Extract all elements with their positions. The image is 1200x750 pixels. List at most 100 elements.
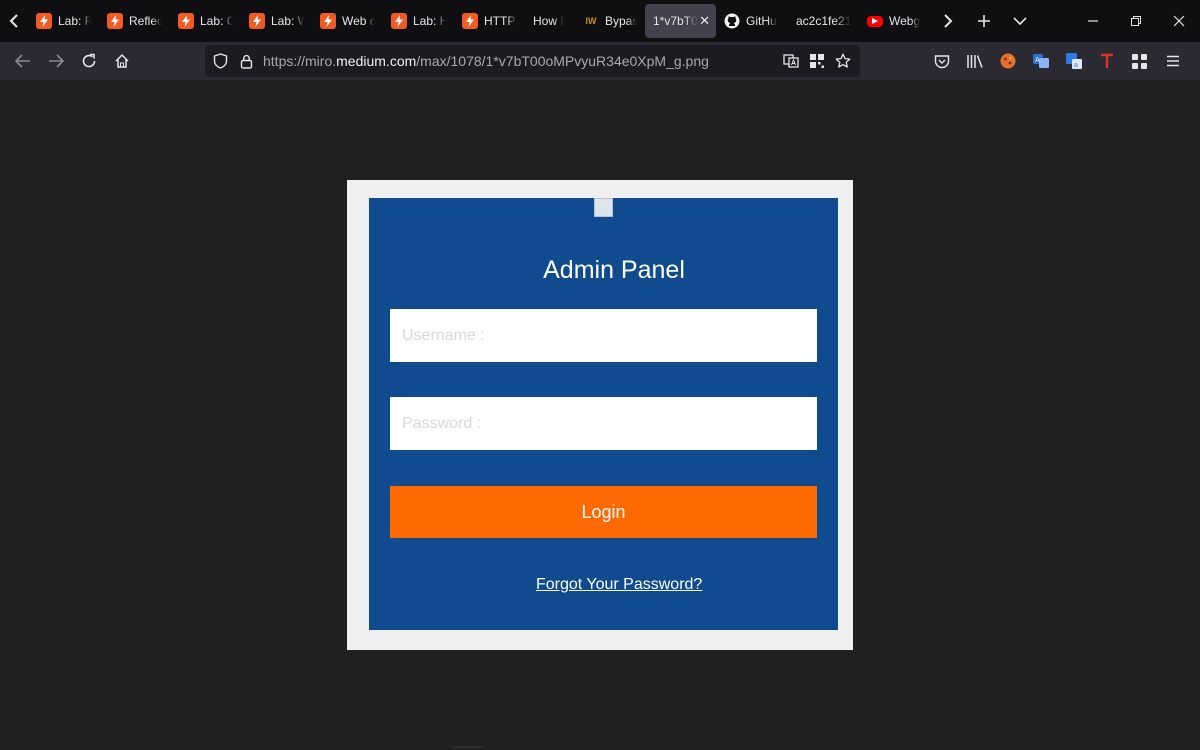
bolt-icon xyxy=(249,13,265,29)
tab[interactable]: Reflec xyxy=(99,4,170,38)
restore-button[interactable] xyxy=(1114,0,1157,42)
bookmark-star-button[interactable] xyxy=(830,45,856,77)
bolt-icon xyxy=(462,13,478,29)
hamburger-menu-icon xyxy=(1166,55,1179,67)
chevron-down-icon xyxy=(1013,17,1027,26)
forward-button[interactable] xyxy=(39,45,72,77)
tab-label: HTTP/ xyxy=(484,14,517,28)
translate-icon xyxy=(783,54,799,68)
translate-b-icon: a xyxy=(1065,53,1082,69)
tab[interactable]: Lab: R xyxy=(28,4,99,38)
tab-active[interactable]: 1*v7bT0 ✕ xyxy=(645,4,716,38)
app-menu-button[interactable] xyxy=(1156,45,1189,77)
tab[interactable]: IW Bypas xyxy=(575,4,645,38)
iw-icon: IW xyxy=(585,16,597,26)
restore-icon xyxy=(1130,16,1141,26)
pocket-icon xyxy=(934,54,949,68)
translate-page-button[interactable] xyxy=(778,45,804,77)
page-viewport: Admin Panel Login Forgot Your Password? xyxy=(0,80,1200,750)
shield-icon xyxy=(213,53,227,69)
tab-bar: Lab: R Reflec Lab: C Lab: W Web c Lab: H HTTP/… xyxy=(0,0,1200,42)
tab-label: Bypas xyxy=(605,14,637,28)
scroll-tabs-right-button[interactable] xyxy=(930,0,966,42)
url-text[interactable]: https://miro.medium.com/max/1078/1*v7bT0… xyxy=(263,53,709,69)
tab[interactable]: Lab: C xyxy=(170,4,241,38)
plus-icon xyxy=(978,15,990,27)
minimize-button[interactable] xyxy=(1071,0,1114,42)
arrow-right-icon xyxy=(48,54,64,68)
library-button[interactable] xyxy=(958,45,991,77)
screenshot-image-frame: Admin Panel Login Forgot Your Password? xyxy=(347,180,853,650)
tab-label: ac2c1fe21 xyxy=(796,14,851,28)
tab-label: GitHu xyxy=(746,14,777,28)
scroll-indicator xyxy=(450,746,484,748)
tab[interactable]: Lab: H xyxy=(383,4,454,38)
bolt-icon xyxy=(320,13,336,29)
url-path: /max/1078/1*v7bT00oMPvyuR34e0XpM_g.png xyxy=(416,53,709,69)
star-icon xyxy=(835,53,851,68)
tab[interactable]: How I xyxy=(525,4,575,38)
tab-strip: Lab: R Reflec Lab: C Lab: W Web c Lab: H HTTP/… xyxy=(28,0,930,42)
password-input[interactable] xyxy=(390,397,817,450)
bolt-icon xyxy=(107,13,123,29)
new-tab-button[interactable] xyxy=(966,0,1002,42)
url-bar[interactable]: https://miro.medium.com/max/1078/1*v7bT0… xyxy=(205,45,860,77)
home-icon xyxy=(114,53,129,68)
broken-image-icon xyxy=(594,198,613,217)
back-button[interactable] xyxy=(6,45,39,77)
lock-icon xyxy=(240,54,252,69)
letter-t-icon xyxy=(1100,53,1113,68)
tab[interactable]: Webg xyxy=(859,4,930,38)
bolt-icon xyxy=(36,13,52,29)
chevron-right-icon xyxy=(944,14,953,28)
tab-label: Lab: C xyxy=(200,14,233,28)
tab-label: Webg xyxy=(889,14,921,28)
library-icon xyxy=(966,54,983,68)
extension-cookie-button[interactable] xyxy=(991,45,1024,77)
extension-translate-b-button[interactable]: a xyxy=(1057,45,1090,77)
forgot-password-link[interactable]: Forgot Your Password? xyxy=(536,576,702,594)
admin-login-panel: Admin Panel Login Forgot Your Password? xyxy=(369,198,838,630)
extension-t-button[interactable] xyxy=(1090,45,1123,77)
tab-label: Lab: R xyxy=(58,14,91,28)
tab-label: Web c xyxy=(342,14,375,28)
cookie-icon xyxy=(1000,53,1015,69)
tab-label: How I xyxy=(533,14,564,28)
extensions-grid-icon xyxy=(1132,53,1147,69)
login-button[interactable]: Login xyxy=(390,486,817,538)
github-icon xyxy=(724,13,740,29)
username-input[interactable] xyxy=(390,309,817,362)
minimize-icon xyxy=(1087,20,1098,22)
scroll-tabs-left-button[interactable] xyxy=(0,0,28,42)
svg-text:a: a xyxy=(1074,62,1078,69)
tracking-protection-button[interactable] xyxy=(207,45,233,77)
tab[interactable]: Web c xyxy=(312,4,383,38)
url-prefix: https://miro. xyxy=(263,53,337,69)
extension-translate-a-button[interactable]: A xyxy=(1024,45,1057,77)
close-icon xyxy=(1173,15,1184,27)
tab[interactable]: ac2c1fe21 xyxy=(788,4,859,38)
site-security-button[interactable] xyxy=(233,45,259,77)
svg-text:A: A xyxy=(1035,57,1040,64)
arrow-left-icon xyxy=(14,54,30,68)
pocket-button[interactable] xyxy=(925,45,958,77)
youtube-icon xyxy=(867,15,883,27)
qr-code-button[interactable] xyxy=(804,45,830,77)
translate-a-icon: A xyxy=(1032,54,1049,68)
list-all-tabs-button[interactable] xyxy=(1002,0,1038,42)
url-host: medium.com xyxy=(336,53,417,69)
tab[interactable]: GitHu xyxy=(716,4,788,38)
tab-label: Lab: W xyxy=(271,14,304,28)
page-title: Admin Panel xyxy=(543,256,685,284)
chevron-left-icon xyxy=(9,14,18,28)
bolt-icon xyxy=(391,13,407,29)
close-window-button[interactable] xyxy=(1157,0,1200,42)
tab-label: Reflec xyxy=(129,14,162,28)
tab[interactable]: Lab: W xyxy=(241,4,312,38)
home-button[interactable] xyxy=(105,45,138,77)
extensions-button[interactable] xyxy=(1123,45,1156,77)
tab[interactable]: HTTP/ xyxy=(454,4,525,38)
close-tab-icon[interactable]: ✕ xyxy=(699,13,710,29)
reload-button[interactable] xyxy=(72,45,105,77)
tab-label: 1*v7bT0 xyxy=(653,14,698,28)
